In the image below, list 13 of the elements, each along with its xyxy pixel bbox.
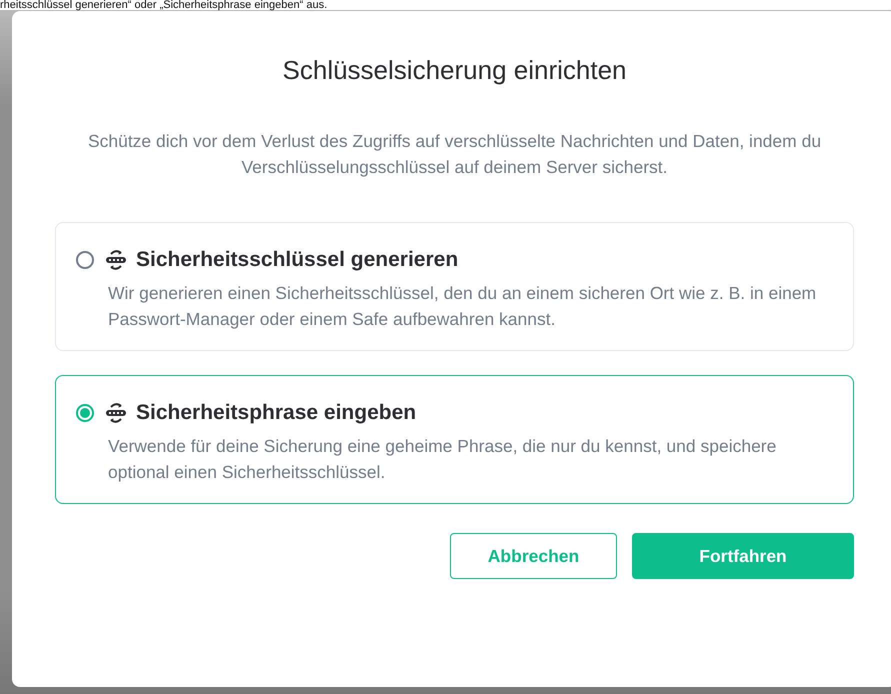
key-sync-icon xyxy=(104,401,128,425)
dialog-title: Schlüsselsicherung einrichten xyxy=(282,55,628,86)
key-sync-icon xyxy=(104,248,128,272)
option-card[interactable]: Sicherheitsphrase eingeben Verwende für deine Sicherung eine geheime Phrase, die nur du kennst, und speichere optional einen Sicherheitsschlüssel. xyxy=(55,375,854,504)
radio-button[interactable] xyxy=(76,251,94,269)
option-card[interactable]: Sicherheitsschlüssel generieren Wir generieren einen Sicherheitsschlüssel, den du an einem sicheren Ort wie z. B. in einem Passwort-Manager oder einem Safe aufbewahren kannst. xyxy=(55,222,854,351)
dialog-description: Schütze dich vor dem Verlust des Zugriffs auf verschlüsselte Nachrichten und Daten, indem du Verschlüsselungsschlüssel auf deinem Server sicherst. xyxy=(86,130,822,179)
option-title: Sicherheitsphrase eingeben xyxy=(136,401,416,425)
option-description: Wir generieren einen Sicherheitsschlüssel, den du an einem sicheren Ort wie z. B. in einem Passwort-Manager oder einem Safe aufbewahren kannst. xyxy=(108,282,818,331)
option-title: Sicherheitsschlüssel generieren xyxy=(136,248,458,272)
option-description: Verwende für deine Sicherung eine geheime Phrase, die nur du kennst, und speichere optional einen Sicherheitsschlüssel. xyxy=(108,435,778,484)
background-text: rheitsschlüssel generieren“ oder „Sicherheitsphrase eingeben“ aus. xyxy=(0,0,891,10)
radio-button[interactable] xyxy=(76,404,94,422)
